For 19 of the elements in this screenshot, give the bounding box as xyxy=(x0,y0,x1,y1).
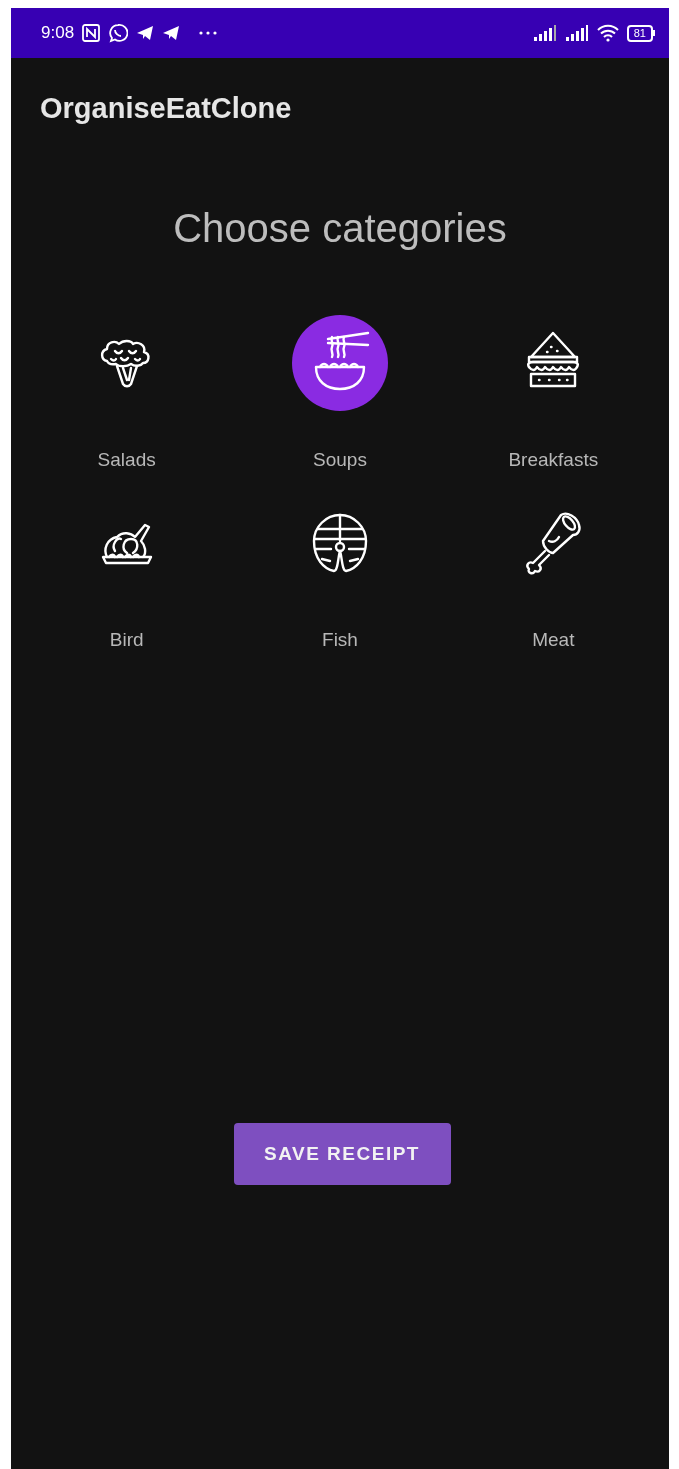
category-label: Breakfasts xyxy=(508,449,599,471)
category-label: Fish xyxy=(322,629,358,651)
category-label: Bird xyxy=(109,629,144,651)
battery-indicator: 81 xyxy=(626,24,655,42)
paper-plane-icon xyxy=(136,25,155,41)
app-title: OrganiseEatClone xyxy=(40,91,292,125)
page-heading: Choose categories xyxy=(172,206,508,251)
category-label: Meat xyxy=(532,629,575,651)
status-time: 9:08 xyxy=(41,23,75,43)
wifi-icon xyxy=(596,24,619,42)
save-receipt-button[interactable]: SAVE RECEIPT xyxy=(233,1123,451,1185)
signal-icon xyxy=(564,25,589,41)
nfc-icon xyxy=(82,24,101,42)
category-label: Salads xyxy=(97,449,156,471)
category-label: Soups xyxy=(313,449,367,471)
chat-bubble-icon xyxy=(108,23,129,43)
paper-plane-icon xyxy=(162,25,181,41)
more-dots-icon xyxy=(198,30,219,36)
signal-icon xyxy=(532,25,557,41)
